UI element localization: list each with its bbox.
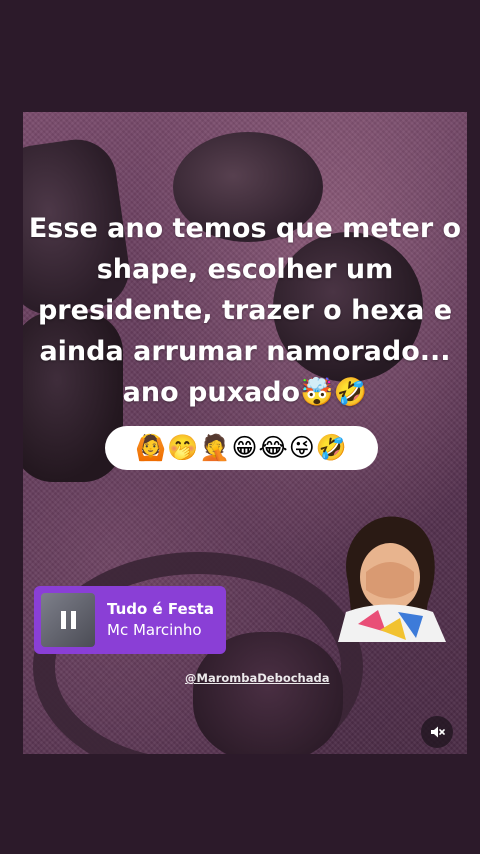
laughing-woman-sticker xyxy=(328,512,448,642)
song-artist: Mc Marcinho xyxy=(107,621,202,639)
album-art xyxy=(41,593,95,647)
pause-icon xyxy=(60,611,76,629)
story-caption: Esse ano temos que meter o shape, escolh… xyxy=(23,208,467,413)
caption-line: Esse ano temos que meter o xyxy=(28,213,462,244)
muted-speaker-icon xyxy=(431,726,445,738)
music-sticker[interactable]: Tudo é Festa Mc Marcinho xyxy=(34,586,226,654)
caption-line: ano puxado🤯🤣 xyxy=(122,377,368,408)
caption-line: ainda arrumar namorado... xyxy=(39,336,451,367)
mute-button[interactable] xyxy=(421,716,453,748)
emoji-strip: 🙆🤭🤦😁😂😜🤣 xyxy=(135,433,348,462)
caption-line: presidente, trazer o hexa e xyxy=(37,295,453,326)
emoji-sticker: 🙆🤭🤦😁😂😜🤣 xyxy=(105,426,378,470)
story-card[interactable]: Esse ano temos que meter o shape, escolh… xyxy=(23,112,467,754)
mention-link[interactable]: @MarombaDebochada xyxy=(185,671,330,685)
caption-line: shape, escolher um xyxy=(96,254,394,285)
song-title: Tudo é Festa xyxy=(107,600,214,618)
